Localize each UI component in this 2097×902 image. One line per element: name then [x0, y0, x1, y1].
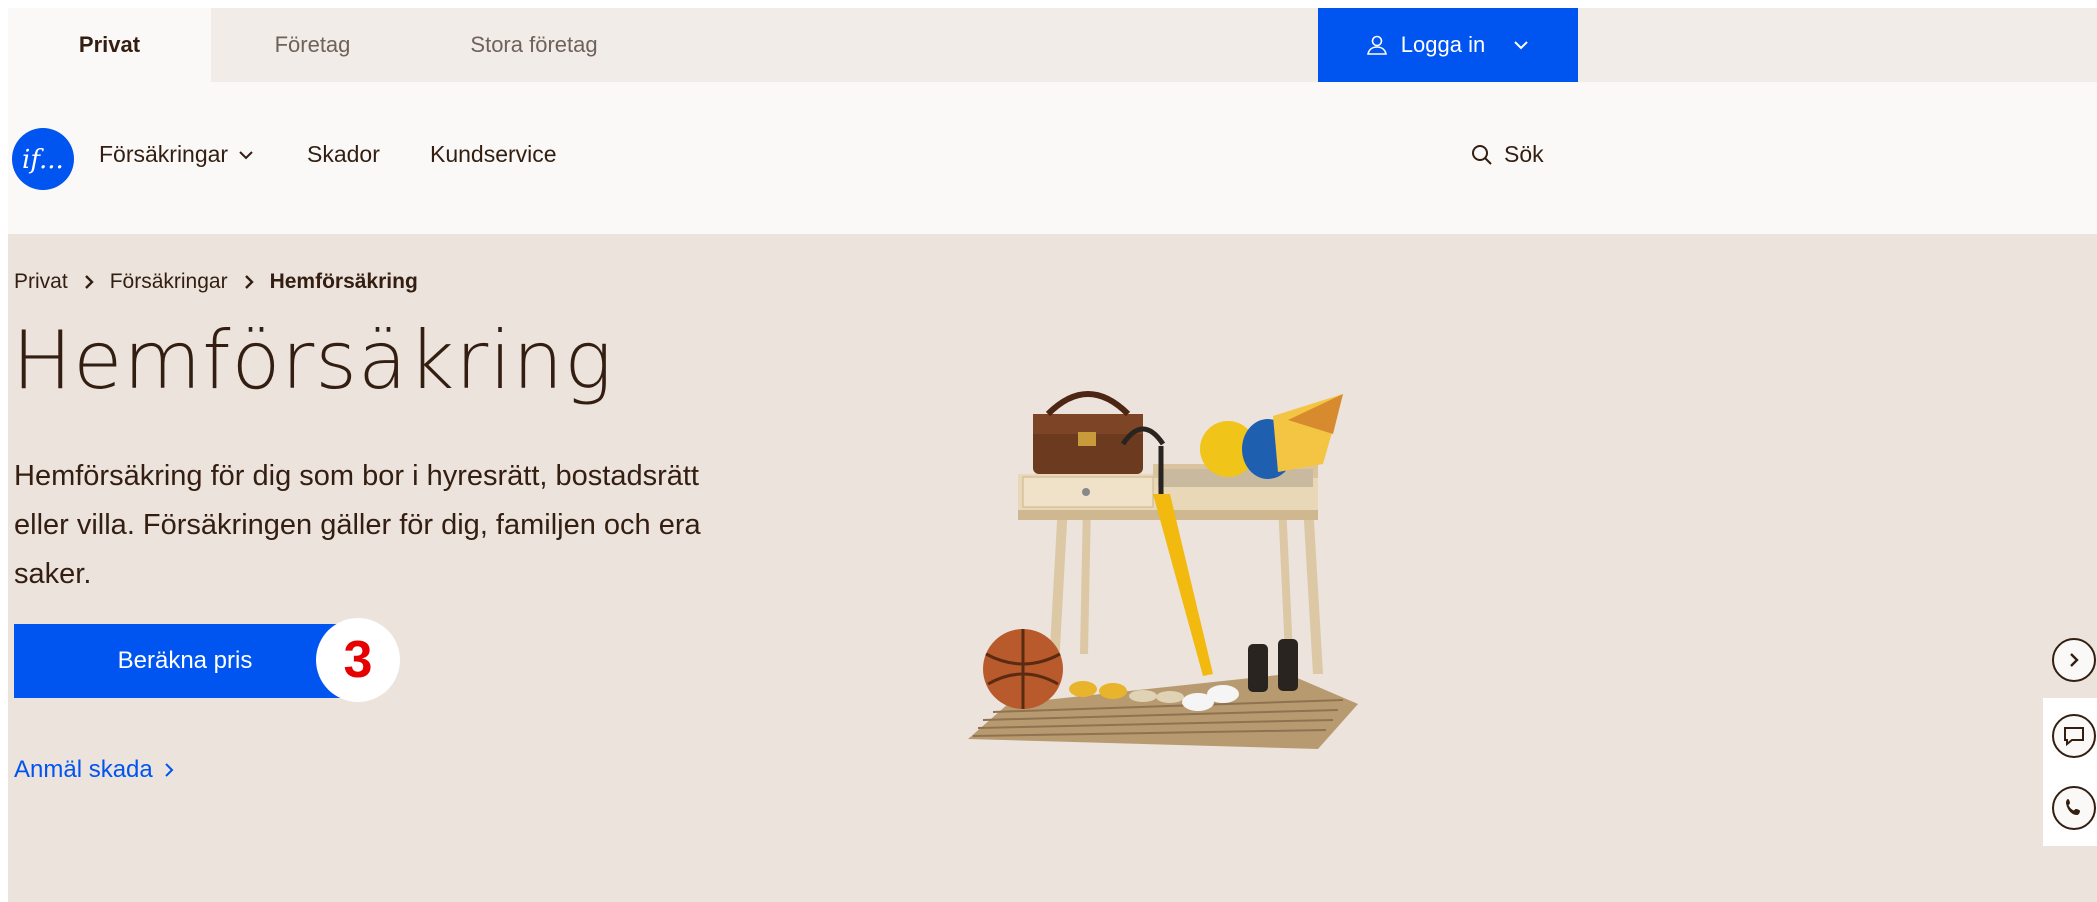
- hero-section: Privat Försäkringar Hemförsäkring Hemför…: [8, 234, 2097, 902]
- main-navigation: if... Försäkringar Skador Kundservice Sö…: [8, 82, 2097, 235]
- search-label: Sök: [1504, 141, 1544, 167]
- tab-privat[interactable]: Privat: [8, 8, 211, 82]
- nav-label: Försäkringar: [99, 141, 229, 167]
- audience-bar: Privat Företag Stora företag Logga in: [8, 8, 2097, 82]
- phone-icon: [2066, 799, 2080, 815]
- breadcrumb-item-current: Hemförsäkring: [269, 270, 418, 293]
- tab-label: Stora företag: [470, 32, 598, 57]
- login-label: Logga in: [1400, 32, 1486, 57]
- report-claim-link[interactable]: Anmäl skada: [14, 756, 175, 784]
- nav-skador[interactable]: Skador: [307, 141, 380, 168]
- login-button[interactable]: Logga in: [1318, 8, 1578, 82]
- calculate-price-button[interactable]: Beräkna pris: [14, 624, 364, 698]
- chevron-right-icon: [165, 763, 174, 777]
- tab-label: Företag: [274, 32, 351, 57]
- cta-label: Beräkna pris: [117, 647, 253, 674]
- nav-label: Kundservice: [430, 141, 557, 167]
- chevron-right-icon: [84, 275, 94, 289]
- breadcrumb-item-forsakringar[interactable]: Försäkringar: [110, 270, 228, 294]
- logo-mark: if...: [22, 145, 64, 175]
- breadcrumb-item-privat[interactable]: Privat: [14, 270, 68, 294]
- logo-text: if...: [22, 145, 64, 175]
- page-title: Hemförsäkring: [12, 314, 614, 407]
- chat-icon: [2064, 727, 2084, 747]
- step-marker: 3: [316, 618, 400, 702]
- chevron-down-icon: [239, 150, 253, 159]
- hero-lead: Hemförsäkring för dig som bor i hyresrät…: [14, 460, 701, 590]
- if-logo[interactable]: if...: [12, 128, 74, 190]
- tab-foretag[interactable]: Företag: [211, 8, 414, 82]
- breadcrumb: Privat Försäkringar Hemförsäkring: [14, 270, 418, 294]
- nav-label: Skador: [307, 141, 380, 167]
- tab-label: Privat: [78, 32, 141, 57]
- chevron-right-icon: [2070, 653, 2079, 667]
- search-button[interactable]: Sök: [1470, 141, 1544, 168]
- user-icon: [1366, 35, 1387, 55]
- chat-button[interactable]: [2052, 714, 2096, 758]
- tab-stora-foretag[interactable]: Stora företag: [414, 8, 654, 82]
- expand-button[interactable]: [2052, 638, 2096, 682]
- nav-kundservice[interactable]: Kundservice: [430, 141, 557, 168]
- report-link-label: Anmäl skada: [14, 756, 153, 783]
- chevron-down-icon: [1514, 41, 1528, 50]
- nav-forsakringar[interactable]: Försäkringar: [99, 141, 256, 168]
- hero-illustration: [968, 391, 1358, 749]
- chevron-right-icon: [244, 275, 254, 289]
- search-icon: [1472, 144, 1492, 165]
- phone-button[interactable]: [2052, 786, 2096, 830]
